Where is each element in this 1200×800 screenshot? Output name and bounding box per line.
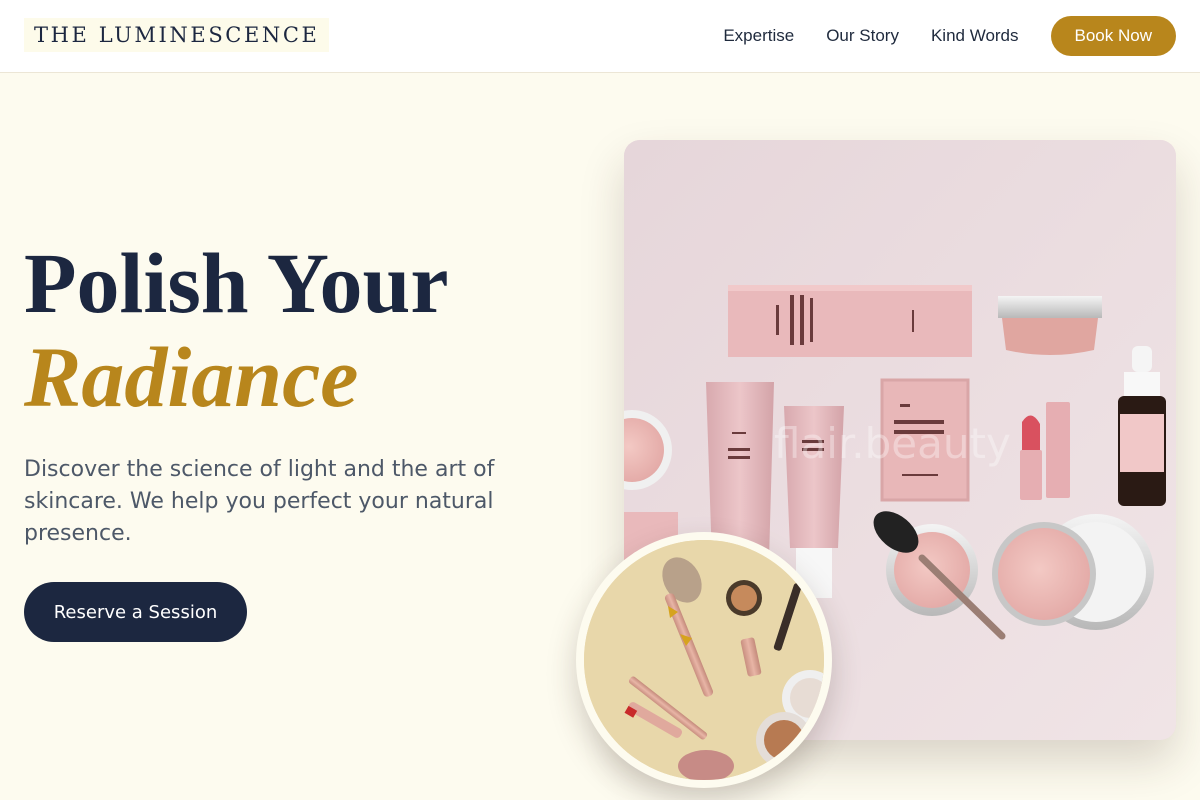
reserve-session-button[interactable]: Reserve a Session — [24, 582, 247, 642]
brand-logo[interactable]: THE LUMINESCENCE — [24, 18, 330, 52]
nav-link-kind-words[interactable]: Kind Words — [931, 26, 1019, 46]
makeup-tools-photo — [576, 532, 832, 788]
makeup-tools-illustration — [584, 540, 824, 780]
nav-link-our-story[interactable]: Our Story — [826, 26, 899, 46]
watermark-text: flair.beauty — [774, 419, 1011, 468]
hero-subtitle: Discover the science of light and the ar… — [24, 457, 495, 546]
cosmetic-box — [728, 285, 972, 357]
hero-title-line1: Polish Your — [24, 235, 449, 331]
site-header: THE LUMINESCENCE Expertise Our Story Kin… — [0, 0, 1200, 73]
landing-page: THE LUMINESCENCE Expertise Our Story Kin… — [0, 0, 1200, 800]
book-now-button[interactable]: Book Now — [1050, 16, 1176, 56]
hero-title-line2: Radiance — [24, 329, 359, 425]
makeup-tools-photo-inner — [584, 540, 824, 780]
nav-link-expertise[interactable]: Expertise — [723, 26, 794, 46]
hero-headline: Polish Your Radiance — [24, 236, 584, 424]
main-nav: Expertise Our Story Kind Words Book Now — [723, 16, 1176, 56]
